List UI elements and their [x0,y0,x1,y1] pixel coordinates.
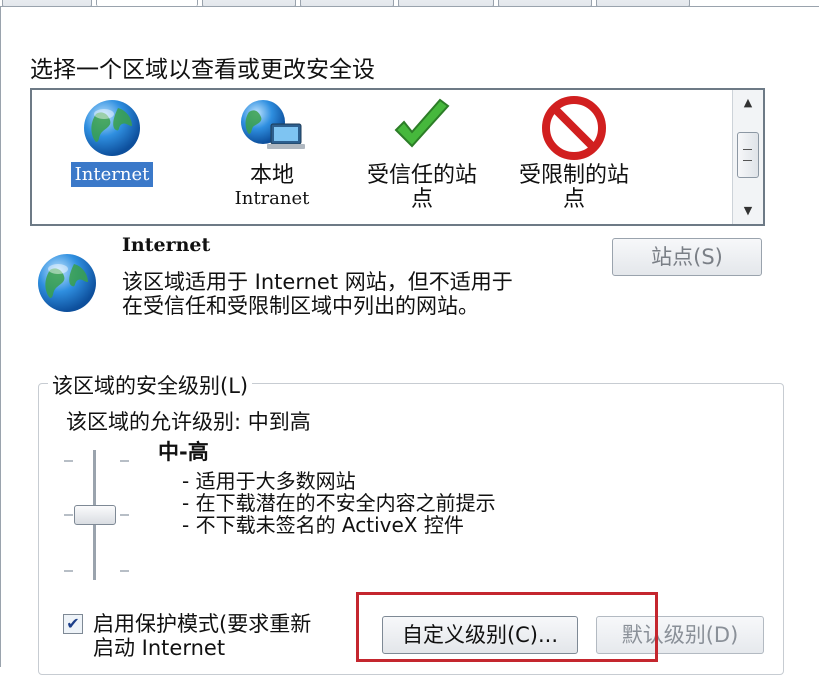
zone-label: Internet [70,162,154,187]
tab-connections[interactable] [398,0,494,7]
slider-tick [120,514,129,516]
globe-icon [84,100,140,156]
trusted-checkmark-icon [394,98,450,148]
zone-globe-icon [38,254,96,312]
label-line: 启用保护模式(要求重新 [93,612,312,636]
slider-tick [64,514,73,516]
list-item: - 适用于大多数网站 [182,469,356,493]
zone-sublabel: 点 [410,187,433,212]
tab-security[interactable] [96,0,198,6]
security-slider-thumb[interactable] [74,505,116,525]
zone-sublabel: 点 [562,187,585,212]
zone-local-intranet[interactable]: 本地 Intranet [202,94,342,210]
protected-mode-label[interactable]: 启用保护模式(要求重新 启动 Internet [93,612,311,660]
zone-sublabel: Intranet [234,188,310,209]
zone-label: 受限制的站 [518,163,629,188]
tab-privacy[interactable] [202,0,296,7]
slider-tick [120,570,129,572]
tab-general[interactable] [2,0,92,7]
security-level-group-title: 该区域的安全级别(L) [48,370,253,400]
scroll-up-arrow-icon[interactable]: ▲ [733,92,763,114]
zone-internet[interactable]: Internet [42,94,182,187]
selected-zone-title: Internet [122,234,211,256]
tab-advanced[interactable] [596,0,690,7]
sites-button[interactable]: 站点(S) [612,238,762,276]
zone-label: 受信任的站 [366,163,477,188]
highlight-box [356,592,658,662]
zones-prompt: 选择一个区域以查看或更改安全设 [30,57,375,83]
label-line: 启动 Internet [93,636,226,660]
list-item: - 不下载未签名的 ActiveX 控件 [182,513,464,537]
zone-list[interactable]: Internet 本地 Intranet 受信任的站 点 受限制的站 点 ▲ ▼ [30,88,765,226]
description-line: 在受信任和受限制区域中列出的网站。 [122,294,479,318]
slider-tick [64,570,73,572]
description-line: 该区域适用于 Internet 网站，但不适用于 [122,270,513,294]
scroll-down-arrow-icon[interactable]: ▼ [733,200,763,222]
security-level-name: 中-高 [158,440,209,464]
selected-zone-description: 该区域适用于 Internet 网站，但不适用于 在受信任和受限制区域中列出的网… [122,270,513,318]
restricted-sign-icon [542,96,606,160]
slider-tick [120,460,129,462]
tab-strip [0,0,820,8]
zone-label: 本地 [249,163,294,188]
protected-mode-checkbox[interactable]: ✔ [63,614,83,634]
zone-restricted-sites[interactable]: 受限制的站 点 [504,94,644,212]
slider-tick [64,460,73,462]
zone-trusted-sites[interactable]: 受信任的站 点 [352,94,492,212]
scrollbar-thumb[interactable] [737,132,759,178]
local-intranet-icon [241,100,305,149]
tab-programs[interactable] [498,0,592,7]
allowed-levels-text: 该区域的允许级别: 中到高 [66,410,311,434]
list-item: - 在下载潜在的不安全内容之前提示 [182,491,496,515]
zone-list-scrollbar[interactable]: ▲ ▼ [732,90,763,224]
level-description-list: - 适用于大多数网站 - 在下载潜在的不安全内容之前提示 - 不下载未签名的 A… [182,470,496,536]
tab-content[interactable] [300,0,394,7]
